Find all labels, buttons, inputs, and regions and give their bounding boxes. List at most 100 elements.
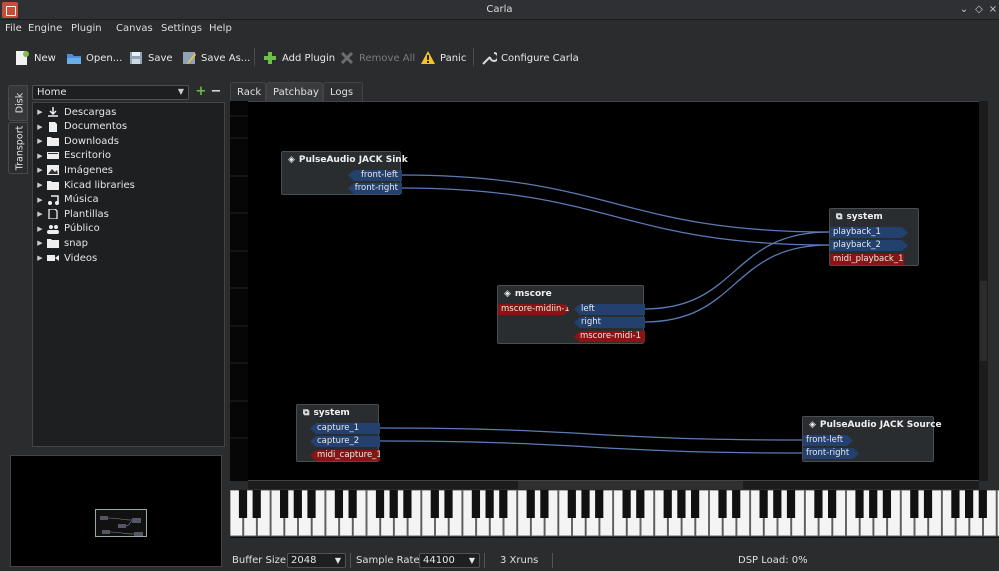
expand-arrow-icon[interactable]: ▶ [33,239,47,247]
sample-rate-select[interactable]: 44100 ▼ [419,553,480,568]
close-icon[interactable]: × [987,4,999,16]
tree-item[interactable]: ▶ Imágenes [33,163,113,177]
expand-arrow-icon[interactable]: ▶ [33,108,47,116]
scrollbar-thumb[interactable] [518,481,743,489]
status-separator [350,553,351,568]
port-playback-2[interactable]: playback_2 [830,240,908,251]
expand-arrow-icon[interactable]: ▶ [33,181,47,189]
port-left[interactable]: left [574,304,645,315]
expand-arrow-icon[interactable]: ▶ [33,166,47,174]
tree-item[interactable]: ▶ Plantillas [33,207,109,221]
expand-arrow-icon[interactable]: ▶ [33,254,47,262]
port-capture-2[interactable]: capture_2 [310,436,380,447]
menu-help[interactable]: Help [209,23,232,34]
port-front-right[interactable]: front-right [348,183,402,194]
piano-keys[interactable] [229,489,999,538]
xruns-counter[interactable]: 3 Xruns [500,555,538,566]
canvas-grid-lines [230,115,248,439]
canvas-minimap[interactable] [10,455,222,567]
new-button[interactable]: New [14,50,56,66]
tab-patchbay[interactable]: Patchbay [266,82,323,102]
expand-arrow-icon[interactable]: ▶ [33,225,47,233]
port-right[interactable]: right [574,317,645,328]
menu-plugin[interactable]: Plugin [71,23,102,34]
plugin-icon: ◈ [504,289,511,299]
port-playback-1[interactable]: playback_1 [830,227,908,238]
port-front-left[interactable]: front-left [348,170,402,181]
expand-arrow-icon[interactable]: ▶ [33,152,47,160]
chevron-down-icon: ▼ [177,87,184,96]
add-plugin-button[interactable]: Add Plugin [262,50,335,66]
tree-item[interactable]: ▶ Descargas [33,105,116,119]
black-key [910,490,919,518]
save-button[interactable]: Save [128,50,173,66]
minimap-preview [100,516,143,536]
remove-all-button[interactable]: Remove All [339,50,415,66]
save-as-button[interactable]: Save As... [181,50,250,66]
tree-item[interactable]: ▶ Público [33,222,100,236]
expand-arrow-icon[interactable]: ▶ [33,196,47,204]
node-title: mscore [514,289,552,299]
document-icon [47,121,59,132]
save-as-icon [181,50,197,66]
maximize-icon[interactable]: ◇ [973,4,985,16]
add-path-button[interactable]: + [194,85,208,100]
tree-item[interactable]: ▶ Kicad libraries [33,178,135,192]
tree-item-label: Público [64,223,100,235]
tree-item[interactable]: ▶ snap [33,236,88,250]
configure-carla-button[interactable]: Configure Carla [481,50,579,66]
menu-file[interactable]: File [5,23,22,34]
node-pulseaudio-source[interactable]: ◈ PulseAudio JACK Source front-left front… [802,416,942,462]
minimap-viewport[interactable] [95,509,147,537]
port-mscore-midiin-1[interactable]: mscore-midiin-1 [498,304,570,315]
remove-path-button[interactable]: − [209,85,223,100]
canvas-horizontal-scrollbar[interactable] [248,481,979,489]
tree-item[interactable]: ▶ Escritorio [33,149,111,163]
expand-arrow-icon[interactable]: ▶ [33,137,47,145]
black-key [485,490,494,518]
tree-item[interactable]: ▶ Videos [33,251,97,265]
expand-arrow-icon[interactable]: ▶ [33,123,47,131]
menu-engine[interactable]: Engine [28,23,62,34]
node-system-capture[interactable]: ⧉ system capture_1 capture_2 midi_capture… [296,404,380,462]
tree-item[interactable]: ▶ Música [33,193,98,207]
black-key [293,490,302,518]
tab-rack[interactable]: Rack [230,82,266,102]
chevron-down-icon: ▼ [334,556,341,565]
port-mscore-midi-1[interactable]: mscore-midi-1 [574,331,645,342]
status-separator [484,553,485,568]
node-system-playback[interactable]: ⧉ system playback_1 playback_2 midi_playb… [829,208,919,266]
scrollbar-thumb[interactable] [980,281,987,361]
plugin-icon: ◈ [288,155,295,165]
panic-button[interactable]: Panic [420,50,466,66]
port-front-left[interactable]: front-left [803,435,853,446]
port-midi-playback-1[interactable]: midi_playback_1 [830,254,904,265]
node-pulseaudio-sink[interactable]: ◈ PulseAudio JACK Sink front-left front-r… [281,151,408,195]
open-folder-icon [66,50,82,66]
port-capture-1[interactable]: capture_1 [310,423,380,434]
buffer-size-select[interactable]: 2048 ▼ [287,553,346,568]
path-combo[interactable]: Home ▼ [32,85,189,100]
black-key [430,490,439,518]
open-button[interactable]: Open... [66,50,122,66]
buffer-size-label: Buffer Size: [232,555,290,566]
people-icon [47,224,59,234]
tab-logs[interactable]: Logs [323,82,363,102]
port-front-right[interactable]: front-right [803,448,859,459]
piano-keyboard[interactable] [229,489,999,538]
system-icon: ⧉ [303,408,310,418]
tab-disk[interactable]: Disk [8,85,28,121]
expand-arrow-icon[interactable]: ▶ [33,210,47,218]
tree-item[interactable]: ▶ Downloads [33,134,119,148]
black-key [691,490,700,518]
tab-transport[interactable]: Transport [8,122,28,174]
black-key [499,490,508,518]
black-key [389,490,398,518]
menu-canvas[interactable]: Canvas [116,23,153,34]
menu-settings[interactable]: Settings [161,23,202,34]
minimize-icon[interactable]: ⌄ [958,4,970,16]
canvas-vertical-scrollbar[interactable] [979,101,988,481]
tree-item[interactable]: ▶ Documentos [33,120,127,134]
node-mscore[interactable]: ◈ mscore mscore-midiin-1 left right mscor… [497,285,645,344]
port-midi-capture-1[interactable]: midi_capture_1 [310,450,380,461]
